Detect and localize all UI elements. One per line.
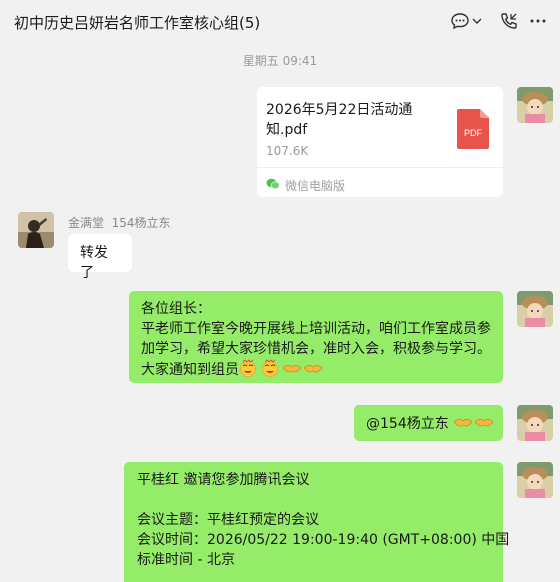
sender-tag: 154杨立东 <box>111 216 171 230</box>
mention-message-bubble[interactable]: @154杨立东 <box>354 405 503 441</box>
notice-line-4-text: 大家通知到组员 <box>141 362 239 378</box>
svg-text:PDF: PDF <box>464 128 483 138</box>
meeting-invite-text: 平桂红 邀请您参加腾讯会议 <box>137 472 310 488</box>
notice-line-2: 平老师工作室今晚开展线上培训活动，咱们工作室成员参 <box>141 321 491 337</box>
notice-message-bubble[interactable]: 各位组长： 平老师工作室今晚开展线上培训活动，咱们工作室成员参 加学习，希望大家… <box>129 291 503 383</box>
sweat-smile-emoji-icon <box>240 359 256 377</box>
forward-message-bubble[interactable]: 转发了 <box>68 234 132 281</box>
meeting-time: 2026/05/22 19:00-19:40 (GMT+08:00) 中国 <box>207 532 510 548</box>
notice-line-4: 大家通知到组员 <box>141 359 491 380</box>
mention-text: @154杨立东 <box>366 416 449 432</box>
self-avatar[interactable] <box>517 462 553 498</box>
handshake-emoji-icon <box>453 418 473 427</box>
meeting-time-label: 会议时间： <box>137 532 207 548</box>
self-avatar[interactable] <box>517 405 553 441</box>
file-message[interactable]: 2026年5月22日活动通知.pdf 107.6K PDF 微信电脑版 <box>257 87 503 197</box>
file-card-divider <box>257 167 503 168</box>
emoji-sequence <box>453 418 494 427</box>
meeting-message-bubble[interactable]: 平桂红 邀请您参加腾讯会议 会议主题：平桂红预定的会议 会议时间：2026/05… <box>124 462 509 582</box>
meeting-time-row: 会议时间：2026/05/22 19:00-19:40 (GMT+08:00) … <box>137 530 509 550</box>
chevron-down-icon[interactable] <box>470 11 484 31</box>
file-size: 107.6K <box>266 144 309 158</box>
handshake-emoji-icon <box>303 364 323 373</box>
meeting-topic: 平桂红预定的会议 <box>207 512 319 528</box>
pdf-file-icon: PDF <box>457 109 489 149</box>
meeting-topic-label: 会议主题： <box>137 512 207 528</box>
message-timestamp: 星期五 09:41 <box>242 54 318 68</box>
self-avatar[interactable] <box>517 87 553 123</box>
sender-label: 金满堂 154杨立东 <box>68 214 171 231</box>
wechat-icon <box>266 178 280 190</box>
meeting-topic-row: 会议主题：平桂红预定的会议 <box>137 510 490 530</box>
chat-bubble-icon[interactable] <box>450 11 470 31</box>
notice-line-3: 加学习，希望大家珍惜机会，准时入会，积极参与学习。 <box>141 341 491 357</box>
sender-name: 金满堂 <box>68 216 105 230</box>
sender-avatar[interactable] <box>18 212 54 248</box>
sweat-smile-emoji-icon <box>262 359 278 377</box>
handshake-emoji-icon <box>282 364 302 373</box>
phone-icon[interactable] <box>499 11 519 31</box>
file-source-label: 微信电脑版 <box>285 179 346 193</box>
file-name: 2026年5月22日活动通知.pdf <box>266 102 413 138</box>
notice-line-1: 各位组长： <box>141 301 211 317</box>
more-icon[interactable] <box>528 11 548 31</box>
forward-message-text: 转发了 <box>80 245 108 281</box>
handshake-emoji-icon <box>474 418 494 427</box>
meeting-spacer <box>137 490 490 510</box>
emoji-sequence <box>240 359 323 377</box>
chat-header: 初中历史吕妍岩名师工作室核心组(5) <box>0 0 560 42</box>
self-avatar[interactable] <box>517 291 553 327</box>
chat-title: 初中历史吕妍岩名师工作室核心组(5) <box>14 14 261 32</box>
meeting-time-continued: 标准时间 - 北京 <box>137 552 235 568</box>
